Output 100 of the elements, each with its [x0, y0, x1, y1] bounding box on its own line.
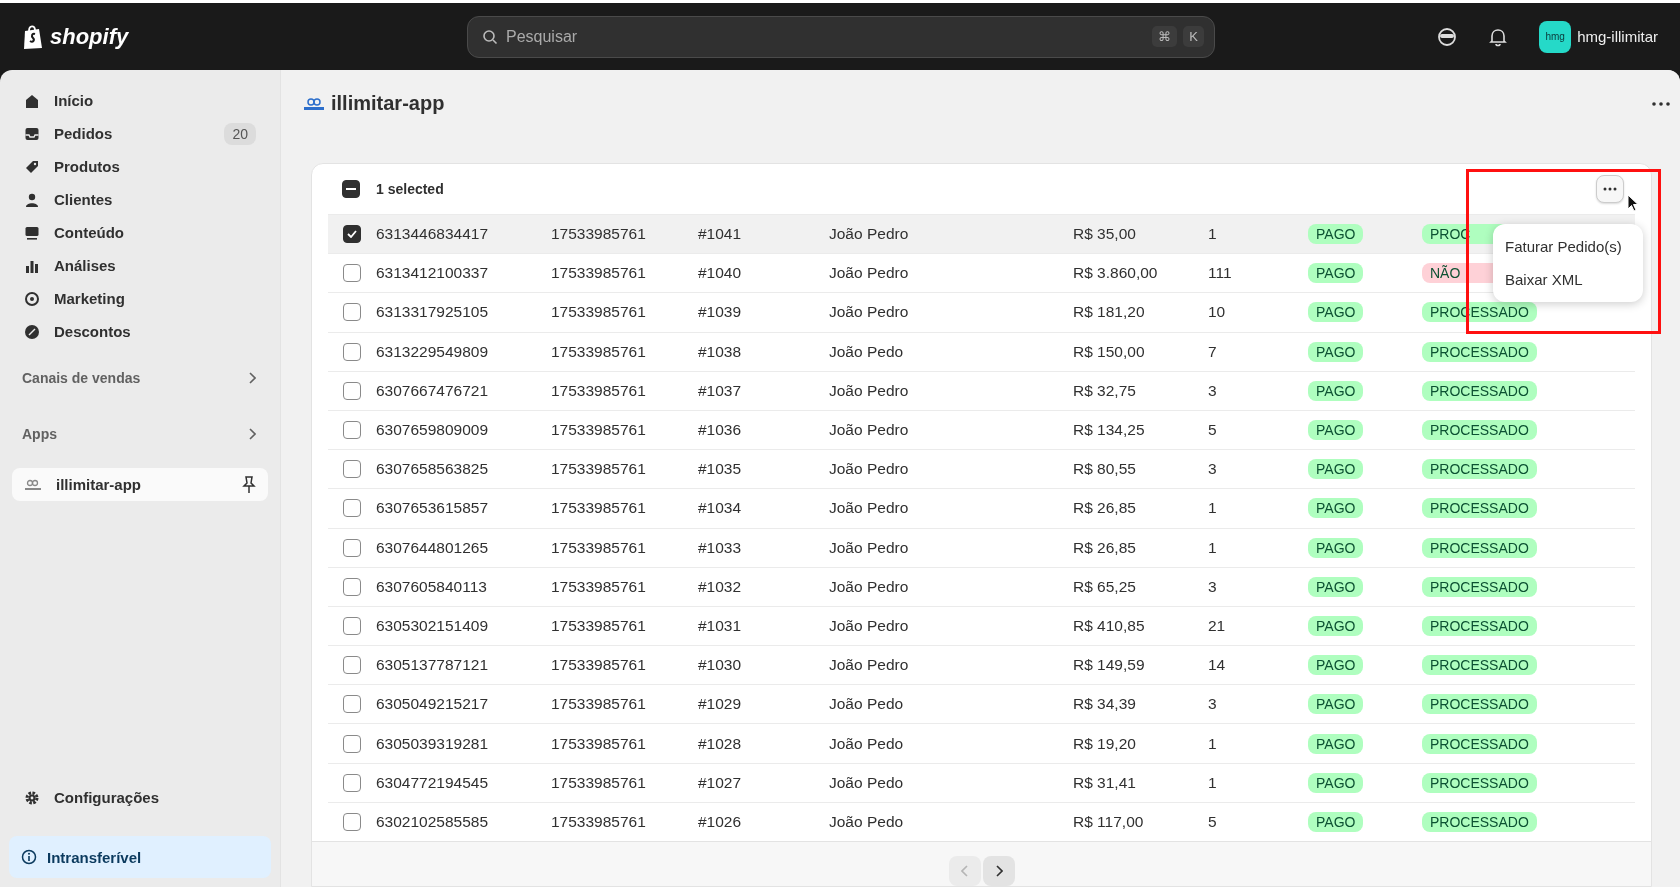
shortcut-key: K [1183, 26, 1204, 47]
table-cell-text: 17533985761 [551, 499, 647, 518]
table-cell-text: R$ 149,59 [1073, 656, 1146, 675]
table-cell-text: 17533985761 [551, 577, 647, 596]
tag-icon [24, 158, 40, 175]
settings-item[interactable]: Configurações [12, 781, 268, 814]
cursor-icon [1627, 194, 1639, 212]
sidebar-item[interactable]: Pedidos 20 [12, 117, 268, 150]
table-cell-text: João Pedro [829, 538, 910, 557]
table-cell-text: João Pedro [829, 460, 910, 479]
sidebar-item[interactable]: illimitar-app [12, 468, 268, 501]
section-header[interactable]: Canais de vendas [12, 366, 268, 390]
table-cell-text: João Pedro [829, 499, 910, 518]
table-cell-text: #1038 [698, 342, 743, 361]
next-page-button[interactable] [982, 856, 1015, 886]
table-cell-text: 17533985761 [551, 421, 647, 440]
notice-banner[interactable]: Intransferível [9, 836, 271, 878]
table-cell-text: #1033 [698, 538, 743, 557]
payment-badge: PAGO [1308, 772, 1364, 793]
inbox-icon [24, 125, 40, 142]
row-checkbox[interactable] [343, 616, 361, 635]
table-cell-text: R$ 80,55 [1073, 460, 1137, 479]
row-checkbox[interactable] [343, 499, 361, 518]
row-checkbox[interactable] [343, 656, 361, 675]
table-cell-text: 17533985761 [551, 773, 647, 792]
chevron-left-icon [960, 865, 969, 877]
pin-icon[interactable] [242, 475, 256, 494]
row-checkbox[interactable] [343, 421, 361, 440]
payment-badge: PAGO [1308, 615, 1364, 636]
select-all-checkbox[interactable] [342, 180, 360, 198]
row-checkbox[interactable] [343, 342, 361, 361]
settings-icon [24, 789, 40, 806]
table-cell-text: 5 [1208, 421, 1218, 440]
status-badge: PROCESSADO [1422, 694, 1537, 715]
bell-icon[interactable] [1489, 26, 1508, 47]
table-cell-text: 21 [1208, 616, 1227, 635]
row-checkbox[interactable] [343, 381, 361, 400]
minus-icon [346, 188, 356, 190]
row-checkbox[interactable] [343, 460, 361, 479]
row-checkbox[interactable] [343, 773, 361, 792]
table-cell-text: João Pedro [829, 303, 910, 322]
shopping-bag-icon [22, 23, 44, 50]
avatar[interactable]: hmg [1539, 20, 1572, 53]
table-cell-text: João Pedo [829, 773, 905, 792]
sidebar-item[interactable]: Conteúdo [12, 216, 268, 249]
table-cell-text: #1028 [698, 734, 743, 753]
row-checkbox[interactable] [343, 225, 361, 244]
table-cell-text: João Pedo [829, 734, 905, 753]
table-cell-text: R$ 134,25 [1073, 421, 1146, 440]
payment-badge: PAGO [1308, 811, 1364, 832]
row-checkbox[interactable] [343, 538, 361, 557]
row-checkbox[interactable] [343, 303, 361, 322]
sidebar-item[interactable]: Produtos [12, 150, 268, 183]
table-cell-text: #1034 [698, 499, 743, 518]
payment-badge: PAGO [1308, 420, 1364, 441]
table-cell-text: R$ 3.860,00 [1073, 264, 1159, 283]
row-checkbox[interactable] [343, 734, 361, 753]
section-header[interactable]: Apps [12, 422, 268, 446]
table-cell-text: R$ 26,85 [1073, 538, 1137, 557]
table-cell-text: 17533985761 [551, 656, 647, 675]
chevron-right-icon [248, 428, 256, 440]
table-cell-text: 111 [1208, 264, 1233, 283]
table-cell-text: 17533985761 [551, 381, 647, 400]
sidebar-item[interactable]: Clientes [12, 183, 268, 216]
row-checkbox[interactable] [343, 264, 361, 283]
table-cell-text: João Pedro [829, 225, 910, 244]
status-badge: PROCESSADO [1422, 459, 1537, 480]
more-icon[interactable] [1652, 101, 1670, 106]
search-bar[interactable]: Pesquisar ⌘ K [467, 15, 1215, 58]
row-checkbox[interactable] [343, 812, 361, 831]
payment-badge: PAGO [1308, 224, 1364, 245]
table-cell-text: R$ 117,00 [1073, 812, 1145, 831]
table-cell-text: 17533985761 [551, 264, 647, 283]
table-cell-text: 6307653615857 [376, 499, 490, 518]
table-cell-text: 3 [1208, 695, 1218, 714]
sidebar-item[interactable]: Início [12, 84, 268, 117]
row-checkbox[interactable] [343, 695, 361, 714]
more-actions-button[interactable] [1596, 175, 1624, 203]
table-cell-text: #1032 [698, 577, 743, 596]
search-field[interactable]: Pesquisar [504, 26, 1147, 47]
table-cell-text: R$ 19,20 [1073, 734, 1137, 753]
shortcut-key: ⌘ [1152, 26, 1178, 47]
app-logo-icon [24, 478, 42, 491]
store-name[interactable]: hmg-illimitar [1577, 28, 1658, 45]
chevron-right-icon [248, 372, 256, 384]
table-cell-text: 1 [1208, 538, 1218, 557]
person-icon [24, 191, 40, 208]
table-cell-text: 6305302151409 [376, 616, 490, 635]
check-icon [347, 230, 357, 239]
payment-badge: PAGO [1308, 380, 1364, 401]
sidebar-item[interactable]: Descontos [12, 315, 268, 348]
sidebar-item[interactable]: Análises [12, 249, 268, 282]
payment-badge: PAGO [1308, 733, 1364, 754]
sidebar-item[interactable]: Marketing [12, 282, 268, 315]
app-logo-icon [303, 96, 325, 111]
status-badge: PROCESSADO [1422, 655, 1537, 676]
table-cell-text: 6305039319281 [376, 734, 490, 753]
row-checkbox[interactable] [343, 577, 361, 596]
table-cell-text: João Pedro [829, 616, 910, 635]
table-cell-text: #1037 [698, 381, 743, 400]
